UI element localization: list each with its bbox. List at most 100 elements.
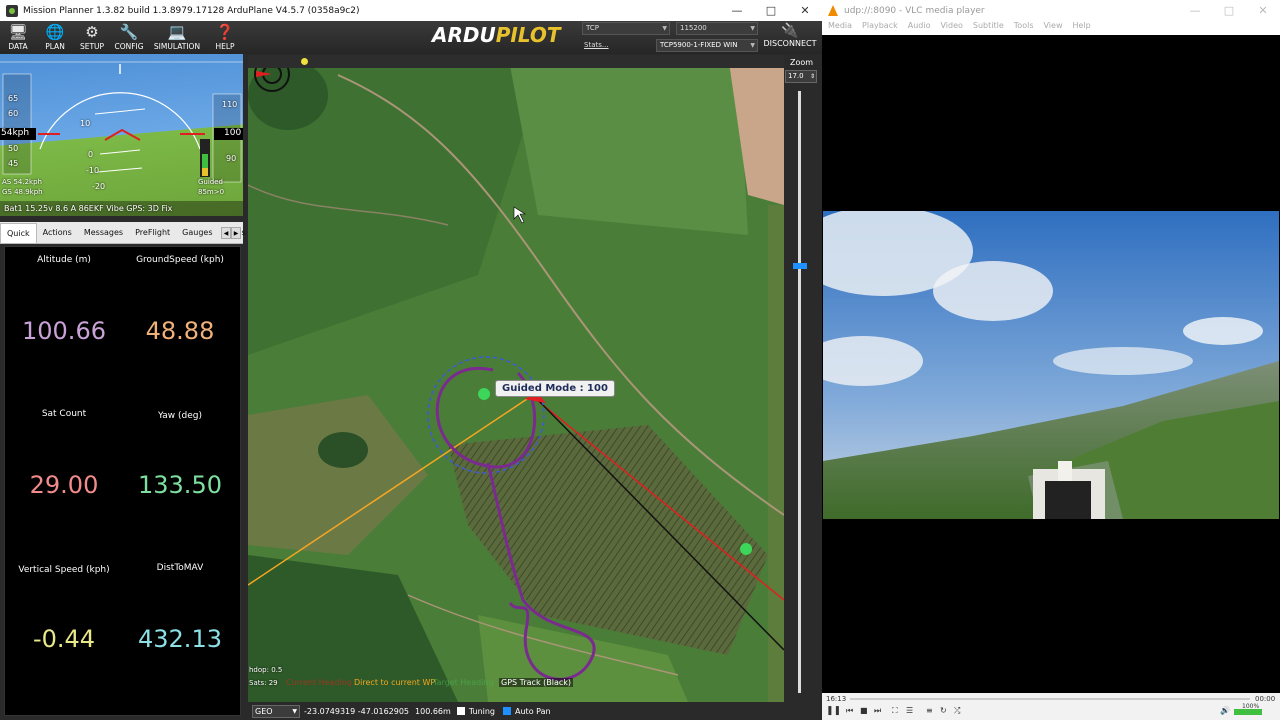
map-canvas <box>248 55 784 702</box>
stop-icon[interactable]: ■ <box>860 706 868 715</box>
quick-cell-vertical-speed[interactable]: Vertical Speed (kph) -0.44 <box>5 565 123 653</box>
menu-media[interactable]: Media <box>828 21 852 35</box>
volume-icon[interactable]: 🔊 <box>1220 706 1230 715</box>
mission-planner-app-icon <box>6 4 18 17</box>
progress-handle[interactable] <box>301 58 308 65</box>
quick-cell-sat-count[interactable]: Sat Count 29.00 <box>5 409 123 499</box>
tuning-label: Tuning <box>468 706 496 716</box>
zoom-slider-track[interactable] <box>798 91 801 693</box>
hud-status-line: Bat1 15.25v 8.6 A 86EKF Vibe GPS: 3D Fix <box>4 204 173 213</box>
quick-cell-dist-to-mav[interactable]: DistToMAV 432.13 <box>121 563 239 653</box>
globe-plan-icon: 🌐 <box>45 22 65 41</box>
zoom-panel: Zoom 17.0 ⇕ <box>784 55 818 702</box>
playlist-icon[interactable]: ≡ <box>926 706 933 715</box>
aircraft-symbol <box>104 128 141 141</box>
aircraft-detail <box>1058 461 1072 481</box>
vlc-cone-icon <box>828 5 838 16</box>
tab-scroll-left-icon[interactable]: ◀ <box>221 227 231 239</box>
menu-tools[interactable]: Tools <box>1014 21 1034 35</box>
seek-bar[interactable] <box>850 698 1250 700</box>
minimize-icon[interactable]: — <box>1178 0 1212 21</box>
chevron-down-icon: ▼ <box>750 25 755 32</box>
fullscreen-icon[interactable]: ⛶ <box>892 706 898 716</box>
legend-gps-track: GPS Track (Black) <box>499 678 574 687</box>
stats-link[interactable]: Stats... <box>584 41 609 49</box>
mission-planner-window: Mission Planner 1.3.82 build 1.3.8979.17… <box>0 0 822 720</box>
hdop-text: hdop: 0.5 <box>249 666 283 674</box>
vehicle-select[interactable]: TCP5900-1-FIXED WIN ▼ <box>656 39 758 52</box>
tab-messages[interactable]: Messages <box>78 223 129 243</box>
vlc-controls: 16:13 00:00 ❚❚ ⏮ ■ ⏭ ⛶ ☰ ≡ ↻ ⤮ 🔊 100% <box>822 693 1280 720</box>
data-monitor-icon: 🖥 <box>8 22 28 41</box>
menu-view[interactable]: View <box>1044 21 1063 35</box>
mp-window-title: Mission Planner 1.3.82 build 1.3.8979.17… <box>23 5 360 16</box>
close-icon[interactable]: ✕ <box>788 0 822 21</box>
fpv-video-frame[interactable] <box>823 211 1279 519</box>
tab-scroll-right-icon[interactable]: ▶ <box>231 227 241 239</box>
plan-button[interactable]: 🌐 PLAN <box>37 23 73 53</box>
quick-cell-yaw[interactable]: Yaw (deg) 133.50 <box>121 411 239 499</box>
next-icon[interactable]: ⏭ <box>874 706 881 716</box>
airspeed-value: 54kph <box>1 128 30 138</box>
maximize-icon[interactable]: □ <box>754 0 788 21</box>
protocol-select[interactable]: TCP ▼ <box>582 22 670 35</box>
help-monitor-icon: ❓ <box>215 22 235 41</box>
tab-actions[interactable]: Actions <box>37 223 78 243</box>
tuning-checkbox[interactable] <box>456 707 465 715</box>
spinner-icon[interactable]: ⇕ <box>810 71 815 82</box>
mp-title-bar: Mission Planner 1.3.82 build 1.3.8979.17… <box>0 0 822 21</box>
close-icon[interactable]: ✕ <box>1246 0 1280 21</box>
disconnect-button[interactable]: 🔌 DISCONNECT <box>760 23 820 53</box>
vlc-window-title: udp://:8090 - VLC media player <box>844 5 985 16</box>
menu-playback[interactable]: Playback <box>862 21 898 35</box>
tab-gauges[interactable]: Gauges <box>176 223 218 243</box>
pitch-line <box>99 149 141 155</box>
vlc-title-bar: udp://:8090 - VLC media player — □ ✕ <box>822 0 1280 21</box>
menu-audio[interactable]: Audio <box>908 21 931 35</box>
maximize-icon[interactable]: □ <box>1212 0 1246 21</box>
previous-icon[interactable]: ⏮ <box>846 706 853 716</box>
menu-video[interactable]: Video <box>940 21 962 35</box>
chevron-down-icon: ▼ <box>662 25 667 32</box>
legend-target-heading: Target Heading <box>433 678 494 687</box>
pause-icon[interactable]: ❚❚ <box>826 706 841 716</box>
autopan-checkbox[interactable] <box>503 707 512 715</box>
quick-panel: Altitude (m) 100.66 GroundSpeed (kph) 48… <box>4 246 241 716</box>
quick-cell-groundspeed[interactable]: GroundSpeed (kph) 48.88 <box>121 255 239 345</box>
quick-cell-altitude[interactable]: Altitude (m) 100.66 <box>5 255 123 345</box>
minimize-icon[interactable]: — <box>720 0 754 21</box>
total-time: 00:00 <box>1255 695 1276 703</box>
help-button[interactable]: ❓ HELP <box>207 23 243 53</box>
map-status-bar: GEO ▼ -23.0749319 -47.0162905 100.66m Tu… <box>248 702 822 720</box>
setup-button[interactable]: ⚙ SETUP <box>74 23 110 53</box>
chevron-down-icon: ▼ <box>292 707 297 715</box>
zoom-input[interactable]: 17.0 ⇕ <box>785 70 817 83</box>
field-patch <box>508 55 748 235</box>
setup-gear-icon: ⚙ <box>85 22 99 41</box>
menu-help[interactable]: Help <box>1072 21 1090 35</box>
baud-select[interactable]: 115200 ▼ <box>676 22 758 35</box>
vlc-menu-bar: Media Playback Audio Video Subtitle Tool… <box>822 21 1280 35</box>
flight-mode-subtext: 85m>0 <box>198 188 225 196</box>
tab-quick[interactable]: Quick <box>0 223 37 243</box>
sats-text: Sats: 29 <box>249 679 278 687</box>
pitch-line <box>97 167 143 173</box>
shuffle-icon[interactable]: ⤮ <box>954 706 960 716</box>
plug-icon: 🔌 <box>781 23 799 39</box>
tab-preflight[interactable]: PreFlight <box>129 223 176 243</box>
coord-type-select[interactable]: GEO ▼ <box>252 704 300 718</box>
menu-subtitle[interactable]: Subtitle <box>973 21 1004 35</box>
config-button[interactable]: 🔧 CONFIG <box>111 23 147 53</box>
pitch-line <box>94 108 146 115</box>
zoom-slider-thumb[interactable] <box>793 263 807 269</box>
map-view[interactable]: hdop: 0.5 Sats: 29 <box>248 55 784 702</box>
extended-settings-icon[interactable]: ☰ <box>906 706 913 715</box>
chevron-down-icon: ▼ <box>750 42 755 49</box>
elapsed-time: 16:13 <box>826 695 847 703</box>
map-progress-strip <box>248 55 784 68</box>
autopan-label: Auto Pan <box>515 706 551 716</box>
hud-display: 65 60 50 45 110 90 10 0 -10 -20 54kph 10… <box>0 54 243 216</box>
simulation-button[interactable]: 💻 SIMULATION <box>152 23 202 53</box>
loop-icon[interactable]: ↻ <box>940 706 947 715</box>
data-button[interactable]: 🖥 DATA <box>0 23 36 53</box>
